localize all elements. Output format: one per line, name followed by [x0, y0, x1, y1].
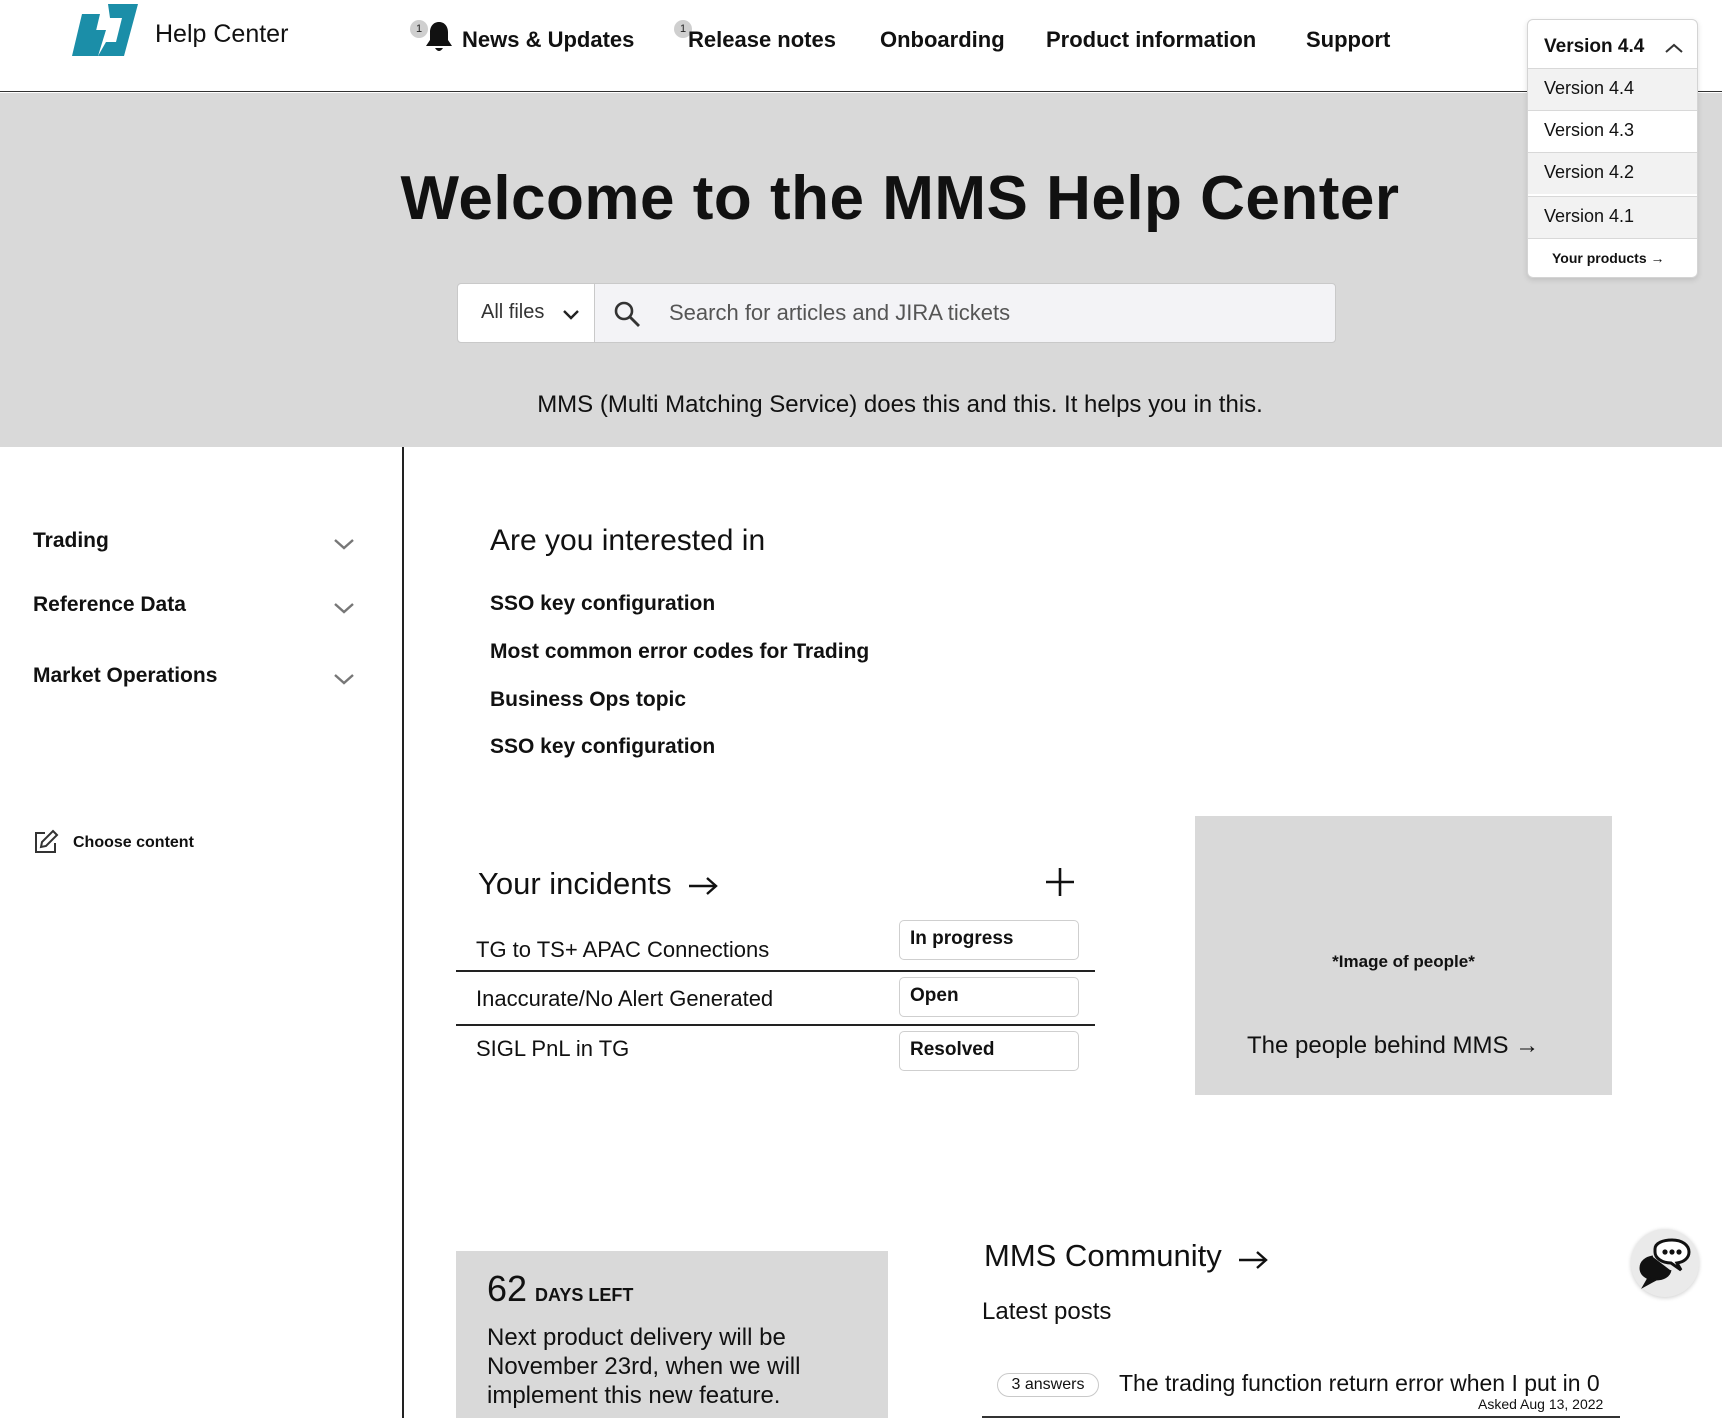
search-scope-value: All files	[481, 301, 545, 323]
your-products-link[interactable]: Your products →	[1552, 250, 1665, 266]
interested-link[interactable]: SSO key configuration	[490, 735, 715, 759]
incident-divider	[456, 970, 1095, 972]
nav-product-information[interactable]: Product information	[1046, 27, 1256, 53]
version-option[interactable]: Version 4.2	[1528, 152, 1697, 194]
community-post-title[interactable]: The trading function return error when I…	[1119, 1370, 1600, 1397]
version-option[interactable]: Version 4.1	[1528, 196, 1697, 238]
dropdown-divider	[1528, 238, 1697, 239]
page-title: Welcome to the MMS Help Center	[400, 164, 1400, 233]
answers-badge: 3 answers	[997, 1373, 1099, 1397]
status-badge: Open	[899, 977, 1079, 1017]
nav-release-notes[interactable]: Release notes	[688, 27, 836, 53]
add-incident-icon[interactable]	[1044, 866, 1076, 898]
chat-button[interactable]	[1631, 1229, 1699, 1297]
hero-banner: Welcome to the MMS Help Center All files…	[0, 93, 1722, 447]
search-input[interactable]	[669, 294, 1319, 332]
chevron-down-icon[interactable]	[333, 602, 355, 615]
edit-icon[interactable]	[33, 829, 59, 855]
version-selected[interactable]: Version 4.4	[1544, 36, 1644, 58]
version-dropdown[interactable]: Version 4.4 Version 4.4 Version 4.3 Vers…	[1527, 19, 1698, 278]
community-post-meta: Asked Aug 13, 2022	[1478, 1396, 1604, 1412]
people-behind-link[interactable]: The people behind MMS →	[1247, 1032, 1539, 1060]
arrow-right-icon[interactable]	[688, 876, 718, 896]
status-badge: In progress	[899, 920, 1079, 960]
sidebar-item-market-operations[interactable]: Market Operations	[33, 664, 217, 688]
top-header: Help Center 1 News & Updates 1 Release n…	[0, 0, 1722, 92]
delivery-text: Next product delivery will be November 2…	[487, 1324, 801, 1409]
nav-onboarding[interactable]: Onboarding	[880, 27, 1005, 53]
search-bar: All files	[457, 283, 1336, 343]
arrow-right-icon[interactable]	[1238, 1250, 1268, 1270]
hero-subtitle: MMS (Multi Matching Service) does this a…	[537, 391, 1263, 418]
incident-name[interactable]: TG to TS+ APAC Connections	[476, 937, 769, 963]
interested-link[interactable]: Most common error codes for Trading	[490, 640, 869, 664]
days-left-count: 62	[487, 1268, 528, 1309]
interested-title: Are you interested in	[490, 524, 766, 557]
interested-link[interactable]: Business Ops topic	[490, 688, 686, 712]
bell-icon[interactable]	[424, 20, 454, 54]
days-left-label: DAYS LEFT	[535, 1285, 634, 1305]
nav-support[interactable]: Support	[1306, 27, 1390, 53]
sidebar-item-reference-data[interactable]: Reference Data	[33, 593, 186, 617]
chevron-down-icon[interactable]	[333, 673, 355, 686]
search-scope-select[interactable]: All files	[458, 284, 595, 342]
brand-title[interactable]: Help Center	[155, 20, 288, 49]
search-icon[interactable]	[613, 300, 641, 328]
incidents-title[interactable]: Your incidents	[478, 866, 672, 902]
version-option[interactable]: Version 4.3	[1528, 110, 1697, 152]
people-card[interactable]: *Image of people* The people behind MMS …	[1195, 816, 1612, 1095]
interested-link[interactable]: SSO key configuration	[490, 592, 715, 616]
chat-bubble-icon	[1639, 1238, 1691, 1289]
chevron-down-icon[interactable]	[333, 538, 355, 551]
incident-name[interactable]: Inaccurate/No Alert Generated	[476, 986, 773, 1012]
chevron-up-icon[interactable]	[1664, 42, 1684, 54]
community-title[interactable]: MMS Community	[984, 1238, 1222, 1274]
nav-news-updates[interactable]: News & Updates	[462, 27, 634, 53]
chevron-down-icon	[563, 310, 579, 320]
version-option[interactable]: Version 4.4	[1528, 68, 1697, 110]
company-logo[interactable]	[72, 4, 138, 56]
status-badge: Resolved	[899, 1031, 1079, 1071]
incident-name[interactable]: SIGL PnL in TG	[476, 1036, 629, 1062]
incident-divider	[456, 1024, 1095, 1026]
choose-content-link[interactable]: Choose content	[73, 834, 194, 852]
people-image-placeholder: *Image of people*	[1332, 952, 1475, 971]
community-subtitle: Latest posts	[982, 1298, 1112, 1325]
sidebar-item-trading[interactable]: Trading	[33, 529, 109, 553]
delivery-countdown-card: 62 DAYS LEFT Next product delivery will …	[456, 1251, 888, 1418]
sidebar: Trading Reference Data Market Operations…	[0, 447, 404, 1418]
